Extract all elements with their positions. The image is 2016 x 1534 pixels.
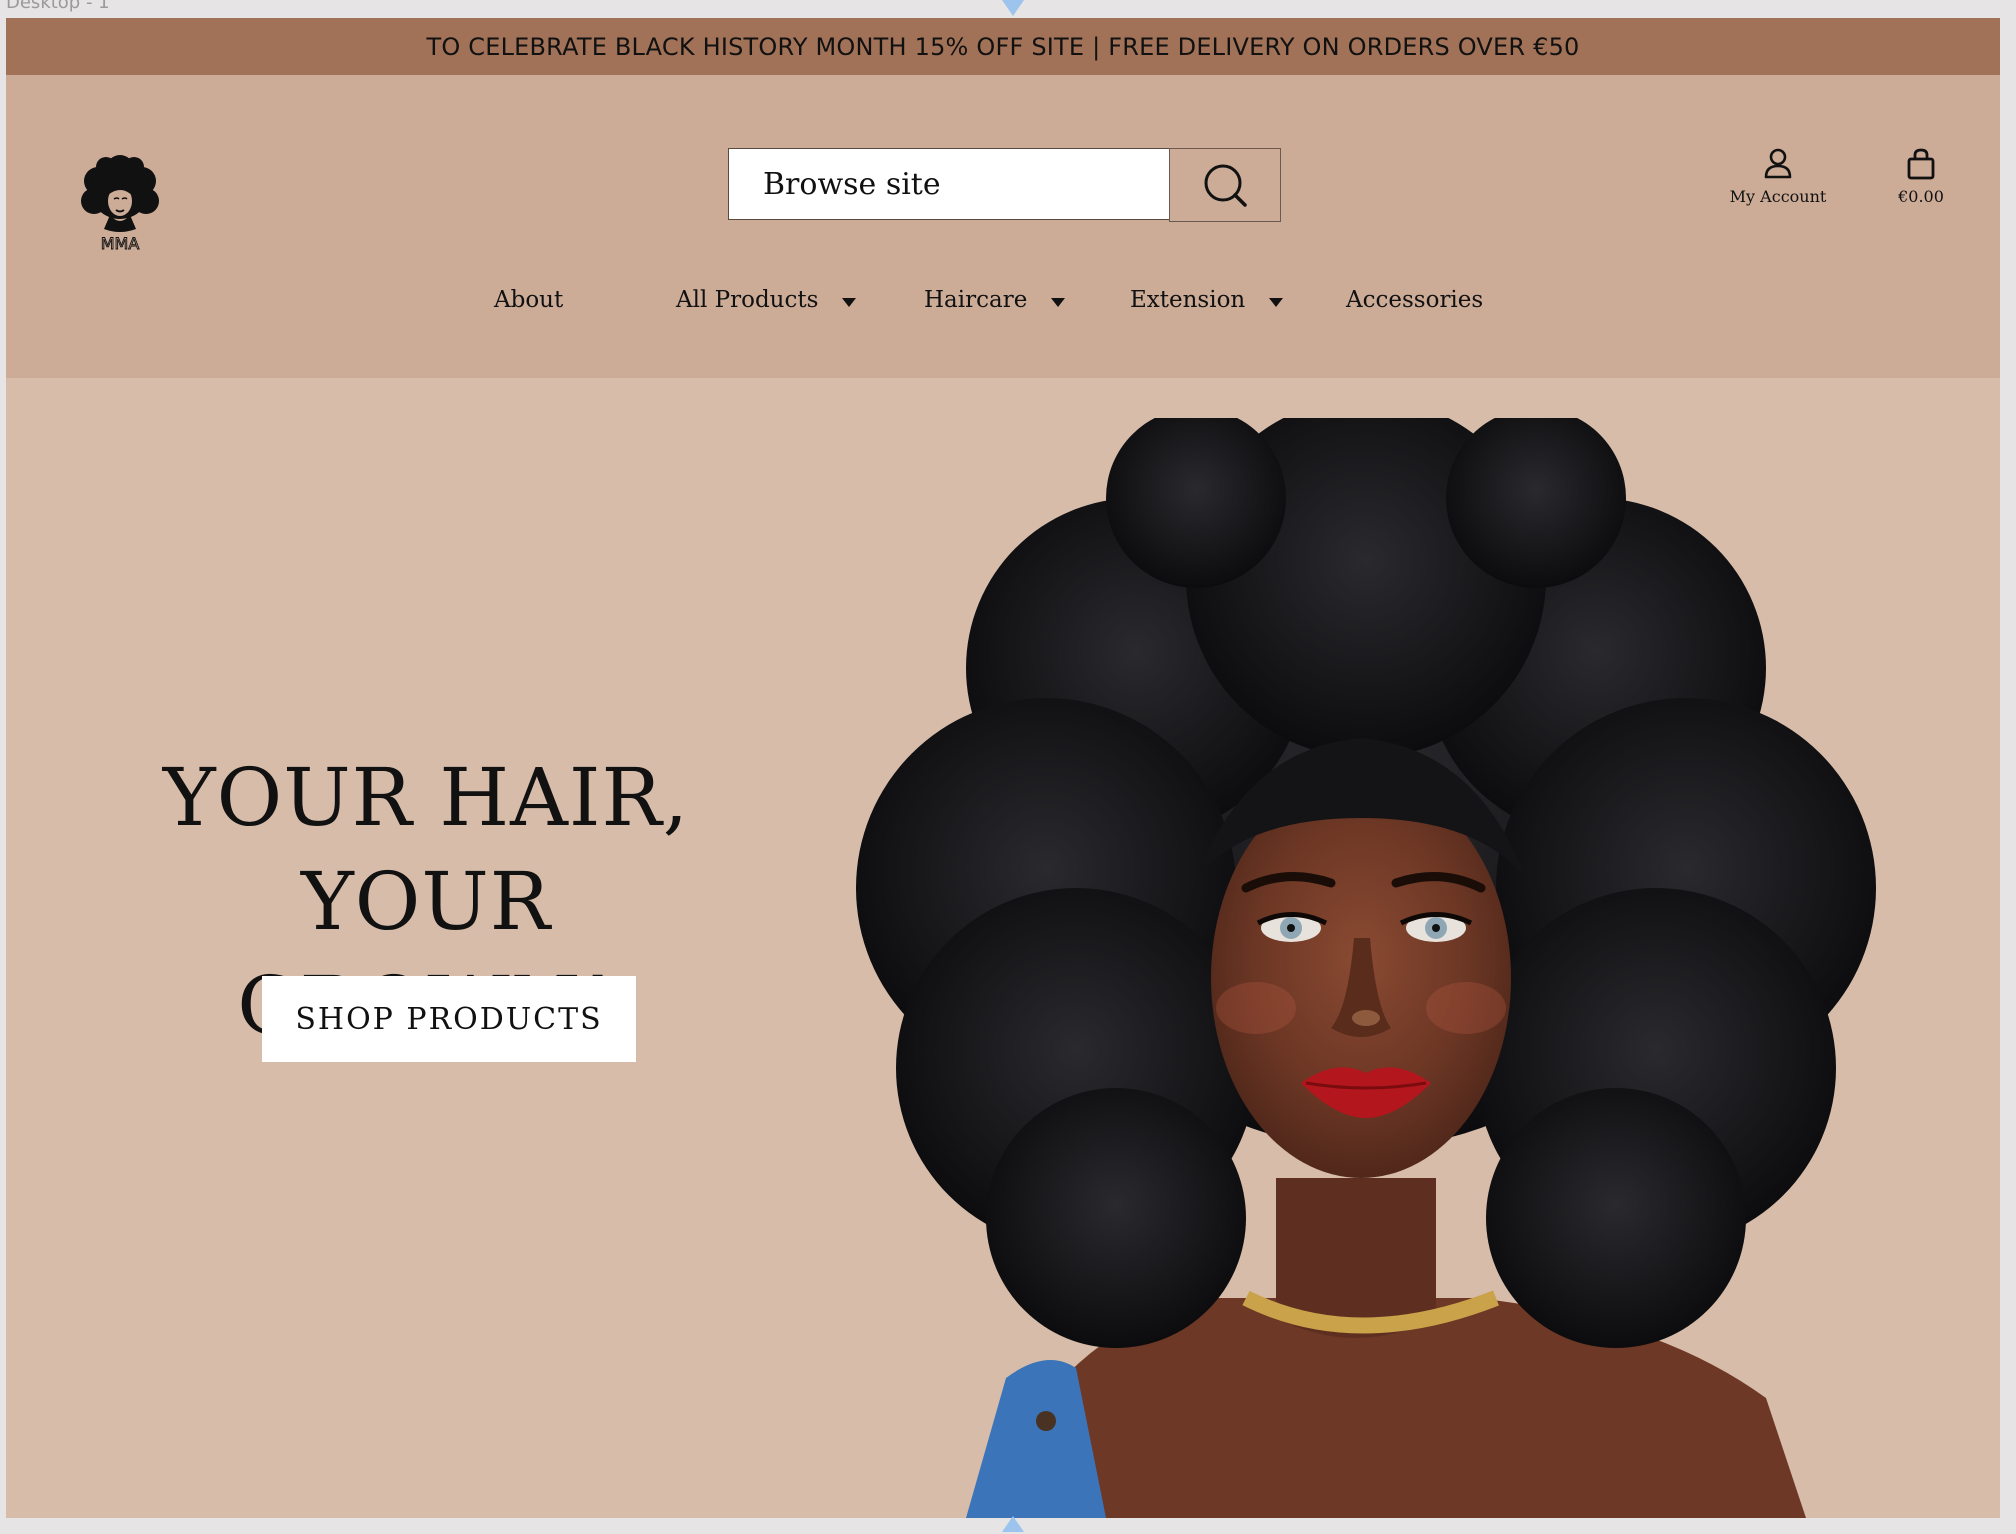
my-account-label: My Account xyxy=(1729,187,1827,206)
main-nav: About All Products Haircare Extension Ac… xyxy=(6,280,2000,320)
afro-woman-logo-icon: MMA xyxy=(81,155,159,253)
cart-total: €0.00 xyxy=(1898,187,1944,206)
nav-item-label: All Products xyxy=(676,287,819,313)
shop-products-button[interactable]: SHOP PRODUCTS xyxy=(262,976,636,1062)
brand-logo[interactable]: MMA xyxy=(70,155,170,255)
nav-item-label: Haircare xyxy=(924,287,1028,313)
my-account-link[interactable]: My Account xyxy=(1718,147,1838,211)
nav-item-extension[interactable]: Extension xyxy=(1130,280,1284,320)
promo-text: TO CELEBRATE BLACK HISTORY MONTH 15% OFF… xyxy=(426,32,1580,61)
guide-marker-bottom xyxy=(1002,1516,1024,1532)
search-icon xyxy=(1204,164,1247,207)
promo-bar: TO CELEBRATE BLACK HISTORY MONTH 15% OFF… xyxy=(6,18,2000,75)
nav-item-label: Accessories xyxy=(1346,287,1484,313)
hero-section: YOUR HAIR, YOUR CROWN! SHOP PRODUCTS xyxy=(6,378,2000,1518)
nav-item-haircare[interactable]: Haircare xyxy=(924,280,1066,320)
logo-text: MMA xyxy=(101,234,140,253)
nav-item-accessories[interactable]: Accessories xyxy=(1346,280,1483,320)
hero-model-image xyxy=(856,418,1876,1518)
frame-label: Desktop - 1 xyxy=(6,0,110,13)
page: TO CELEBRATE BLACK HISTORY MONTH 15% OFF… xyxy=(6,18,2000,1518)
hero-headline-line-1: YOUR HAIR, xyxy=(162,751,690,844)
caret-down-icon xyxy=(1269,297,1284,307)
nav-item-all-products[interactable]: All Products xyxy=(676,280,857,320)
nav-item-label: About xyxy=(494,287,564,313)
caret-down-icon xyxy=(1051,297,1066,307)
shopping-bag-icon xyxy=(1907,148,1935,180)
guide-marker-top xyxy=(1002,0,1024,16)
search-bar: Browse site xyxy=(728,148,1284,222)
cart-link[interactable]: €0.00 xyxy=(1886,147,1956,211)
search-button[interactable] xyxy=(1169,148,1281,222)
caret-down-icon xyxy=(842,297,857,307)
search-input[interactable]: Browse site xyxy=(728,148,1170,220)
site-header: MMA Browse site My Account €0.00 About A… xyxy=(6,75,2000,378)
nav-item-about[interactable]: About xyxy=(494,280,563,320)
user-icon xyxy=(1764,148,1792,179)
nav-item-label: Extension xyxy=(1130,287,1246,313)
